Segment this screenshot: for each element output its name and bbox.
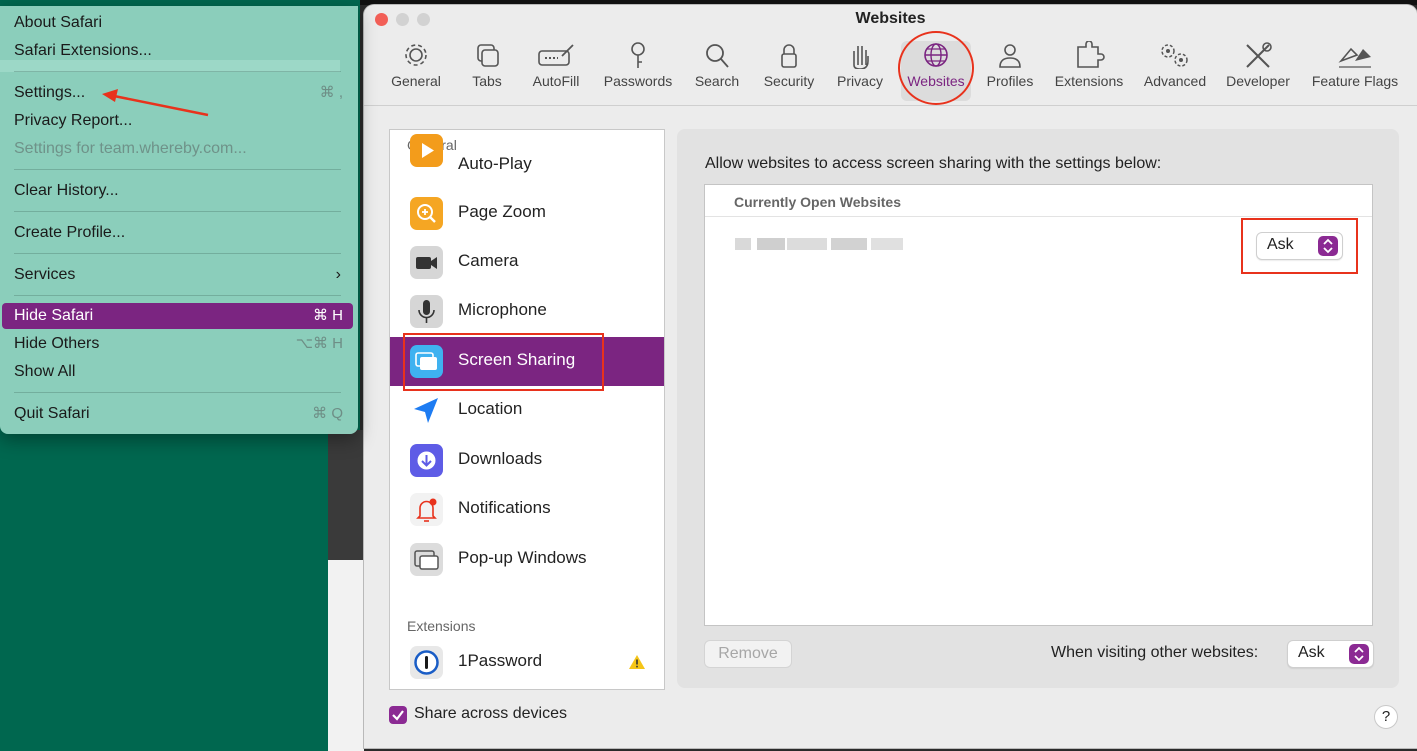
tab-tabs[interactable]: Tabs [461,41,513,101]
sidebar-item-microphone[interactable]: Microphone [390,287,664,336]
window-title: Websites [855,10,926,27]
tab-feature-flags[interactable]: Feature Flags [1306,41,1404,101]
flags-icon [1338,47,1371,68]
onepassword-icon [410,646,443,679]
lock-icon [781,44,797,68]
safari-menu: About Safari Safari Extensions... Settin… [0,6,358,434]
other-websites-label: When visiting other websites: [1051,644,1259,661]
stepper-chevron-icon [1349,644,1369,664]
menu-item-privacy-report[interactable]: Privacy Report... [2,108,353,134]
key-icon [631,42,645,68]
sidebar-item-auto-play[interactable]: Auto-Play [390,134,664,189]
website-name-blurred [735,238,903,250]
play-icon [410,134,443,167]
tab-profiles[interactable]: Profiles [980,41,1040,101]
hand-icon [853,46,869,69]
gears-icon [1161,44,1188,67]
menu-item-services[interactable]: Services › [2,262,353,288]
puzzle-icon [1077,41,1105,68]
tab-general[interactable]: General [386,41,446,101]
menu-item-quit-safari[interactable]: Quit Safari ⌘ Q [2,401,353,427]
menu-item-about-safari[interactable]: About Safari [2,10,353,36]
chevron-right-icon: › [335,266,341,283]
screen-sharing-panel: Allow websites to access screen sharing … [677,129,1399,688]
websites-annotation-circle [898,31,974,105]
tab-autofill[interactable]: AutoFill [528,41,584,101]
person-icon [999,44,1021,68]
ask-annotation-box [1241,218,1358,274]
tab-passwords[interactable]: Passwords [598,41,678,101]
tab-search[interactable]: Search [691,41,743,101]
tab-security[interactable]: Security [759,41,819,101]
menu-item-show-all[interactable]: Show All [2,359,353,385]
sidebar-item-popup-windows[interactable]: Pop-up Windows [390,535,664,584]
sidebar-item-downloads[interactable]: Downloads [390,436,664,485]
settings-toolbar: Websites General Tabs AutoFill Passwords… [364,5,1417,106]
menu-item-site-settings: Settings for team.whereby.com... [14,140,247,157]
share-checkbox[interactable] [389,706,407,724]
other-websites-select[interactable]: Ask [1287,640,1374,668]
tabs-icon [477,44,499,67]
menu-item-settings[interactable]: Settings... ⌘ , [2,80,353,106]
tab-extensions[interactable]: Extensions [1050,41,1128,101]
location-arrow-icon [410,394,443,427]
tab-privacy[interactable]: Privacy [833,41,887,101]
menu-item-create-profile[interactable]: Create Profile... [2,220,353,246]
screen-sharing-annotation-box [403,333,604,391]
autofill-icon [538,44,574,66]
settings-sidebar[interactable]: General Auto-Play Page Zoom Camera Micro… [389,129,665,690]
list-header: Currently Open Websites [734,194,902,210]
panel-description: Allow websites to access screen sharing … [705,155,1162,172]
camera-icon [410,246,443,279]
microphone-icon [410,295,443,328]
popup-window-icon [410,543,443,576]
remove-button[interactable]: Remove [704,640,792,668]
sidebar-item-page-zoom[interactable]: Page Zoom [390,189,664,238]
tab-advanced[interactable]: Advanced [1140,41,1210,101]
sidebar-header-extensions: Extensions [407,618,476,634]
zoom-icon [410,197,443,230]
sidebar-item-location[interactable]: Location [390,386,664,435]
bell-icon [410,493,443,526]
settings-window: Websites General Tabs AutoFill Passwords… [364,5,1417,748]
sidebar-item-1password[interactable]: 1Password [390,638,664,687]
gear-icon [405,44,427,66]
tools-icon [1246,42,1272,68]
menu-item-clear-history[interactable]: Clear History... [2,178,353,204]
download-icon [410,444,443,477]
menu-item-safari-extensions[interactable]: Safari Extensions... [2,38,353,64]
help-button[interactable]: ? [1374,705,1398,729]
menu-item-hide-others[interactable]: Hide Others ⌥⌘ H [2,331,353,357]
search-icon [706,44,729,68]
tab-developer[interactable]: Developer [1222,41,1294,101]
menu-item-hide-safari[interactable]: Hide Safari ⌘ H [2,303,353,329]
sidebar-item-notifications[interactable]: Notifications [390,485,664,534]
sidebar-item-camera[interactable]: Camera [390,238,664,287]
warning-icon [629,655,645,669]
